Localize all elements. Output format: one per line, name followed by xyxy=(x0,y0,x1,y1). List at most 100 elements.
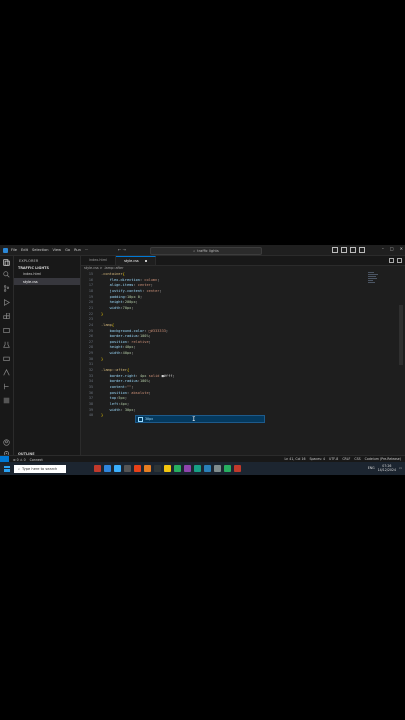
app-icon[interactable] xyxy=(134,465,141,472)
autocomplete-suggestion[interactable]: 30px xyxy=(135,415,265,423)
notification-icon[interactable]: ▭ xyxy=(399,466,402,470)
code-token: 100% xyxy=(139,334,149,339)
menu-go[interactable]: Go xyxy=(65,248,70,252)
app-icon[interactable] xyxy=(174,465,181,472)
code-token: center xyxy=(146,288,160,293)
app-icon[interactable] xyxy=(114,465,121,472)
code-token: { xyxy=(122,272,125,276)
code-token: 200px xyxy=(124,300,136,305)
app-icon[interactable] xyxy=(184,465,191,472)
mouse-ibeam-cursor-icon: I xyxy=(192,416,196,423)
customize-layout-icon[interactable] xyxy=(359,247,365,253)
cursor-position[interactable]: Ln 41, Col 16 xyxy=(284,457,305,461)
source-control-icon[interactable] xyxy=(3,285,10,292)
app-icon[interactable] xyxy=(224,465,231,472)
vscode-taskbar-icon[interactable] xyxy=(204,465,211,472)
image-preview-icon[interactable] xyxy=(3,397,10,404)
run-debug-icon[interactable] xyxy=(3,299,10,306)
app-icon[interactable] xyxy=(194,465,201,472)
line-ending[interactable]: CRLF xyxy=(342,457,350,461)
account-icon[interactable] xyxy=(3,439,10,446)
app-icon[interactable] xyxy=(94,465,101,472)
app-icon[interactable] xyxy=(164,465,171,472)
breadcrumb[interactable]: style.css > .lamp::after xyxy=(84,266,123,270)
codeium-status[interactable]: Codeium (Pre-Release) xyxy=(365,457,401,461)
menu-edit[interactable]: Edit xyxy=(21,248,28,252)
search-view-icon[interactable] xyxy=(3,271,10,278)
close-button[interactable]: ✕ xyxy=(400,246,403,251)
menu-more[interactable]: ··· xyxy=(85,248,88,252)
explorer-sidebar: EXPLORER TRAFFIC LIGHTS index.html style… xyxy=(14,256,81,462)
toggle-secondary-sidebar-icon[interactable] xyxy=(350,247,356,253)
connect-status[interactable]: Connect xyxy=(30,458,43,462)
language-mode[interactable]: CSS xyxy=(354,457,360,461)
code-token: width xyxy=(101,351,121,356)
code-token: } xyxy=(101,356,104,361)
edge-icon[interactable] xyxy=(104,465,111,472)
app-icon[interactable] xyxy=(154,465,161,472)
toggle-sidebar-icon[interactable] xyxy=(332,247,338,253)
activity-bar xyxy=(0,256,14,462)
windows-start-icon[interactable] xyxy=(4,465,10,472)
search-text: traffic lights xyxy=(197,249,219,253)
toggle-panel-icon[interactable] xyxy=(341,247,347,253)
unsaved-dot-icon[interactable] xyxy=(144,260,147,262)
indentation[interactable]: Spaces: 4 xyxy=(310,457,326,461)
search-icon: ⌕ xyxy=(193,249,196,253)
app-icon[interactable] xyxy=(214,465,221,472)
project-folder[interactable]: TRAFFIC LIGHTS xyxy=(14,263,80,270)
menu-run[interactable]: Run xyxy=(74,248,81,252)
windows-taskbar: ⌕ Type here to search ENG 07:26 14/12/20 xyxy=(0,462,405,475)
window-controls: – □ ✕ xyxy=(382,246,403,251)
tab-style-css[interactable]: style.css xyxy=(116,256,156,265)
taskbar-clock[interactable]: 07:26 14/12/2024 xyxy=(378,464,396,472)
remote-explorer-icon[interactable] xyxy=(3,327,10,334)
menu-selection[interactable]: Selection xyxy=(32,248,49,252)
code-editor[interactable]: 15 .container{16 flex-direction: column; 1… xyxy=(81,272,405,462)
more-actions-icon[interactable] xyxy=(397,258,402,263)
code-token: ; xyxy=(148,390,151,395)
tab-index-html[interactable]: index.html xyxy=(81,256,117,265)
minimap[interactable] xyxy=(368,272,380,290)
minimize-button[interactable]: – xyxy=(382,246,384,251)
code-token: width xyxy=(101,305,121,310)
explorer-icon[interactable] xyxy=(3,259,10,266)
command-center-search[interactable]: ⌕ traffic lights xyxy=(150,247,262,255)
extensions-icon[interactable] xyxy=(3,313,10,320)
code-token: ; xyxy=(159,288,162,293)
menu-file[interactable]: File xyxy=(11,248,17,252)
tab-label: style.css xyxy=(124,259,139,263)
app-icon[interactable] xyxy=(234,465,241,472)
file-style-css[interactable]: style.css xyxy=(14,278,80,285)
taskbar-apps xyxy=(94,465,241,472)
app-icon[interactable] xyxy=(124,465,131,472)
code-token: border-radius xyxy=(101,334,138,339)
code-token: align-items xyxy=(101,283,134,288)
menu-view[interactable]: View xyxy=(53,248,62,252)
code-token: border-radius xyxy=(101,379,138,384)
code-token: height xyxy=(101,345,123,350)
file-index-html[interactable]: index.html xyxy=(14,270,80,277)
code-token: column xyxy=(144,277,158,282)
problems-count[interactable]: ⊗ 0 ⚠ 0 xyxy=(13,458,26,462)
app-icon[interactable] xyxy=(144,465,151,472)
code-token: ■#fff xyxy=(161,373,173,378)
explorer-header: EXPLORER xyxy=(19,259,39,263)
code-token: relative xyxy=(131,339,149,344)
code-token: 70px xyxy=(122,305,132,310)
editor-scrollbar[interactable] xyxy=(399,305,403,365)
code-token: { xyxy=(111,322,114,327)
testing-icon[interactable] xyxy=(3,341,10,348)
taskbar-search-input[interactable]: ⌕ Type here to search xyxy=(14,464,66,473)
nav-arrows[interactable]: ← → xyxy=(118,247,126,252)
code-token: } xyxy=(101,413,104,418)
live-share-icon[interactable] xyxy=(3,369,10,376)
tab-label: index.html xyxy=(89,258,108,262)
maximize-button[interactable]: □ xyxy=(390,246,394,251)
timeline-view-icon[interactable] xyxy=(3,383,10,390)
language-indicator[interactable]: ENG xyxy=(368,466,375,470)
docker-icon[interactable] xyxy=(3,355,10,362)
split-editor-icon[interactable] xyxy=(389,258,394,263)
code-token: ; xyxy=(131,385,134,389)
encoding[interactable]: UTF-8 xyxy=(329,457,338,461)
